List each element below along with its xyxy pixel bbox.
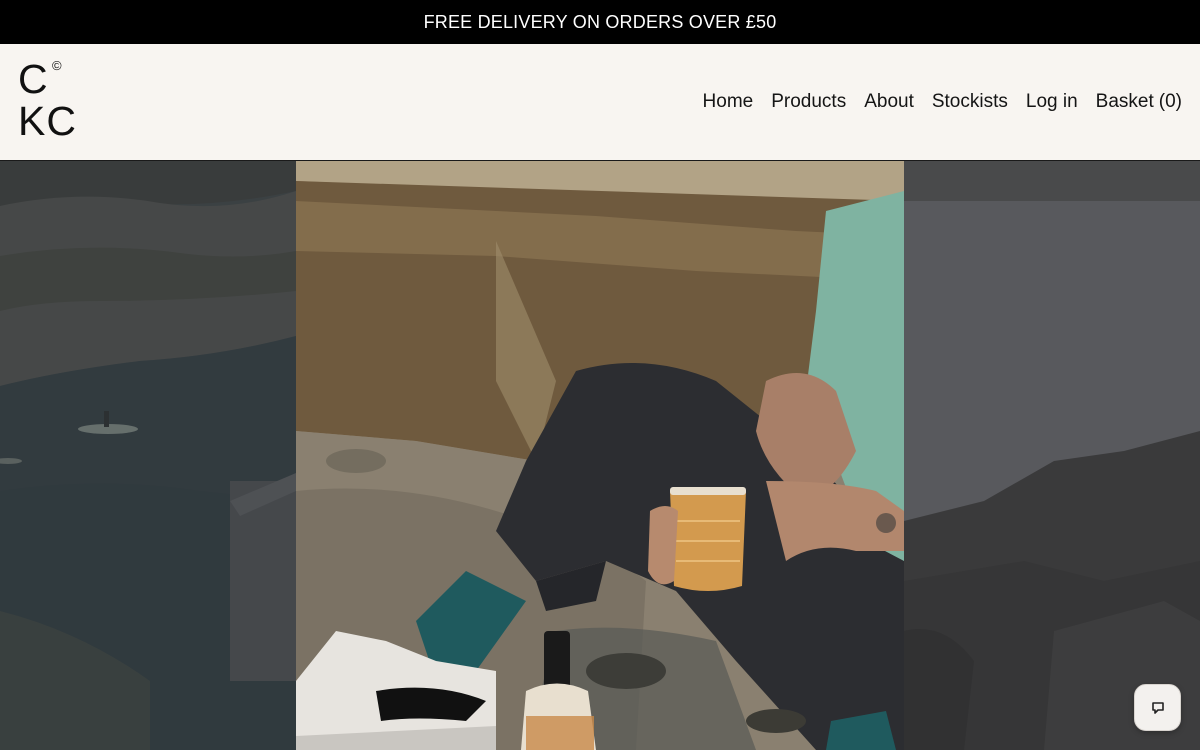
person-drinking-on-beach-photo bbox=[296, 161, 904, 750]
hero-slide-right[interactable] bbox=[904, 161, 1200, 750]
hero-carousel bbox=[0, 161, 1200, 750]
basket-label: Basket bbox=[1095, 91, 1154, 112]
nav-login[interactable]: Log in bbox=[1026, 91, 1078, 113]
announcement-bar: FREE DELIVERY ON ORDERS OVER £50 bbox=[0, 0, 1200, 44]
site-header: C © KC Home Products About Stockists Log… bbox=[0, 44, 1200, 161]
logo-line-2: KC bbox=[18, 98, 77, 144]
nav-about[interactable]: About bbox=[864, 91, 914, 113]
nav-home[interactable]: Home bbox=[703, 91, 754, 113]
main-nav: Home Products About Stockists Log in Bas… bbox=[685, 44, 1182, 160]
announcement-text: FREE DELIVERY ON ORDERS OVER £50 bbox=[423, 11, 777, 32]
chat-button[interactable] bbox=[1134, 684, 1181, 731]
logo-copyright-mark: © bbox=[52, 58, 62, 73]
coastal-kayak-photo bbox=[0, 161, 296, 750]
hero-slide-center[interactable] bbox=[296, 161, 904, 750]
hero-slide-left[interactable] bbox=[0, 161, 296, 750]
nav-stockists[interactable]: Stockists bbox=[932, 91, 1008, 113]
nav-basket[interactable]: Basket (0) bbox=[1096, 91, 1182, 113]
rocky-shore-photo bbox=[904, 161, 1200, 750]
basket-count: (0) bbox=[1158, 91, 1182, 112]
brand-logo[interactable]: C © KC bbox=[18, 57, 90, 145]
logo-line-1: C bbox=[18, 56, 48, 102]
chat-bubble-icon bbox=[1151, 701, 1164, 714]
nav-products[interactable]: Products bbox=[771, 91, 846, 113]
